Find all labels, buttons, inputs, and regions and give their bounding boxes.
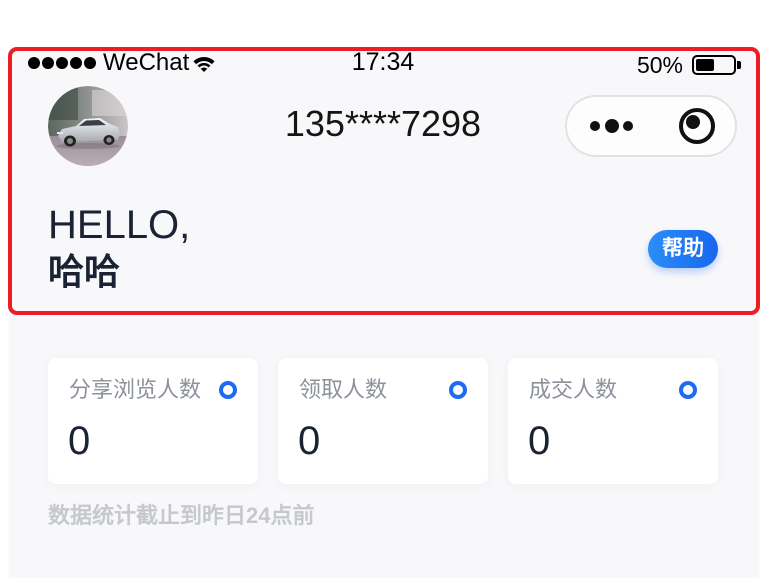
- stat-label: 分享浏览人数: [69, 377, 202, 402]
- avatar[interactable]: [48, 86, 128, 166]
- stat-value: 0: [68, 419, 91, 463]
- signal-dot: [42, 57, 54, 69]
- battery-percent: 50%: [636, 52, 683, 78]
- signal-dot: [56, 57, 68, 69]
- ring-icon: [449, 381, 467, 399]
- help-button[interactable]: 帮助: [648, 230, 718, 268]
- signal-dot: [28, 57, 40, 69]
- status-time: 17:34: [351, 48, 415, 76]
- stat-card-share-views: 分享浏览人数 0: [48, 358, 258, 484]
- ring-icon: [219, 381, 237, 399]
- stat-value: 0: [528, 419, 551, 463]
- target-circle-icon[interactable]: [675, 106, 719, 146]
- stat-card-deals: 成交人数 0: [508, 358, 718, 484]
- user-name: 哈哈: [48, 251, 121, 292]
- battery-icon: [692, 55, 736, 75]
- signal-dot: [84, 57, 96, 69]
- stat-card-claims: 领取人数 0: [278, 358, 488, 484]
- wifi-icon: [193, 55, 215, 73]
- stat-label: 成交人数: [529, 377, 618, 402]
- battery-nub: [737, 61, 741, 69]
- signal-icon: [28, 57, 98, 69]
- greeting-text: HELLO,: [48, 203, 191, 247]
- battery-fill: [696, 59, 714, 71]
- carrier-name: WeChat: [103, 49, 190, 76]
- phone-number: 135****7298: [284, 103, 482, 144]
- ring-icon: [679, 381, 697, 399]
- stat-label: 领取人数: [299, 377, 388, 402]
- miniprogram-capsule: [565, 95, 737, 157]
- signal-dot: [70, 57, 82, 69]
- more-dots-icon[interactable]: [577, 103, 649, 149]
- stats-footnote: 数据统计截止到昨日24点前: [48, 503, 315, 528]
- stat-value: 0: [298, 419, 321, 463]
